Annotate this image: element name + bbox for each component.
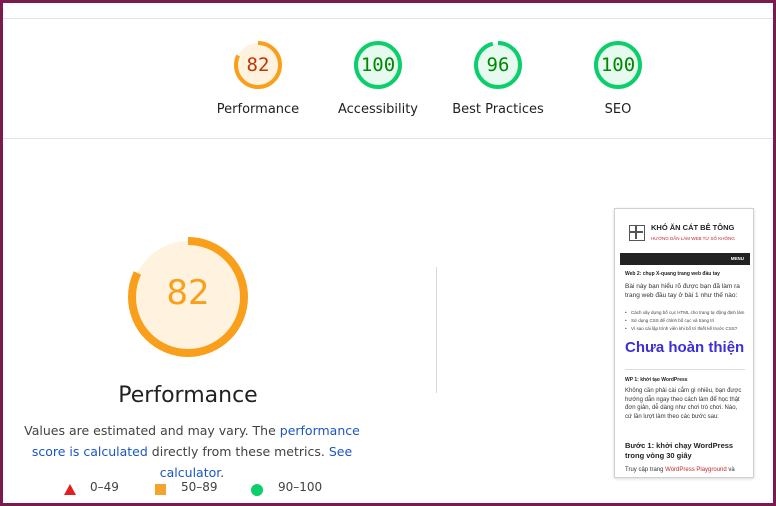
thumb-paragraph-1: Bài này bạn hiểu rõ được bạn đã làm ra t… [625,283,740,299]
thumb-separator [625,369,745,370]
score-legend: 0–49 50–89 90–100 [3,480,383,500]
thumb-heading-3: Bước 1: khởi chạy WordPress trong vòng 3… [625,441,734,460]
page-screenshot-thumbnail[interactable]: KHÓ ĂN CÁT BÊ TÔNG HƯỚNG DẪN LÀM WEB TỪ … [614,208,754,478]
performance-score-large: 82 [166,273,210,313]
report-frame: 82 Performance 100 Accessibility 96 Best… [3,3,773,503]
red-triangle-icon [64,484,76,495]
vertical-separator [436,267,437,393]
gauge-seo-label: SEO [604,102,632,117]
legend-average-label: 50–89 [181,480,218,494]
gauge-accessibility-label: Accessibility [338,102,418,117]
site-logo-icon [629,225,645,241]
thumb-menu-bar: MENU [620,253,750,265]
thumb-list: Cách xây dựng bố cục HTML cho trang tự đ… [625,309,749,333]
gauge-best-practices-label: Best Practices [452,102,544,117]
thumb-heading-2: WP 1: khởi tạo WordPress [625,377,688,383]
green-circle-icon [251,484,263,496]
note-text-middle: directly from these metrics. [147,444,329,459]
thumb-p3-prefix: Truy cập trang [625,467,666,473]
gauge-performance-score: 82 [246,54,270,76]
gauge-best-practices-score: 96 [486,54,510,76]
performance-title: Performance [118,383,258,408]
thumb-list-item: Vì sao cái lập trình viên khi bố trí thi… [625,325,749,333]
legend-pass-label: 90–100 [278,480,323,494]
thumb-p3-suffix: và [726,467,735,473]
performance-note: Values are estimated and may vary. The p… [11,420,373,483]
thumb-tagline: HƯỚNG DẪN LÀM WEB TỪ SỐ KHÔNG [651,236,735,241]
summary-divider [3,138,773,139]
thumb-site-title: KHÓ ĂN CÁT BÊ TÔNG [651,223,735,232]
gauge-performance[interactable]: 82 Performance [193,40,323,117]
top-divider [3,18,773,19]
note-text-suffix: . [220,465,225,480]
thumb-big-text: Chưa hoàn thiện [625,339,745,356]
thumb-paragraph-2: Không cần phải cài cắm gì nhiều, bạn đượ… [625,388,742,420]
gauge-accessibility-score: 100 [360,54,396,76]
gauge-seo-score: 100 [600,54,636,76]
thumb-paragraph-3: Truy cập trang WordPress Playground và [625,467,750,473]
legend-fail-label: 0–49 [90,480,119,494]
gauge-performance-label: Performance [216,102,300,117]
thumb-list-item: Cách xây dựng bố cục HTML cho trang tự đ… [625,309,749,317]
orange-square-icon [155,484,166,495]
gauge-seo[interactable]: 100 SEO [553,40,683,117]
gauge-accessibility[interactable]: 100 Accessibility [313,40,443,117]
gauge-best-practices[interactable]: 96 Best Practices [433,40,563,117]
thumb-p3-link: WordPress Playground [665,467,727,473]
thumb-heading-1: Web 2: chụp X-quang trang web đầu tay [625,271,720,277]
note-text-prefix: Values are estimated and may vary. The [24,423,280,438]
thumb-list-item: Sử dụng CSS để chỉnh bố cục và trang trí [625,317,749,325]
